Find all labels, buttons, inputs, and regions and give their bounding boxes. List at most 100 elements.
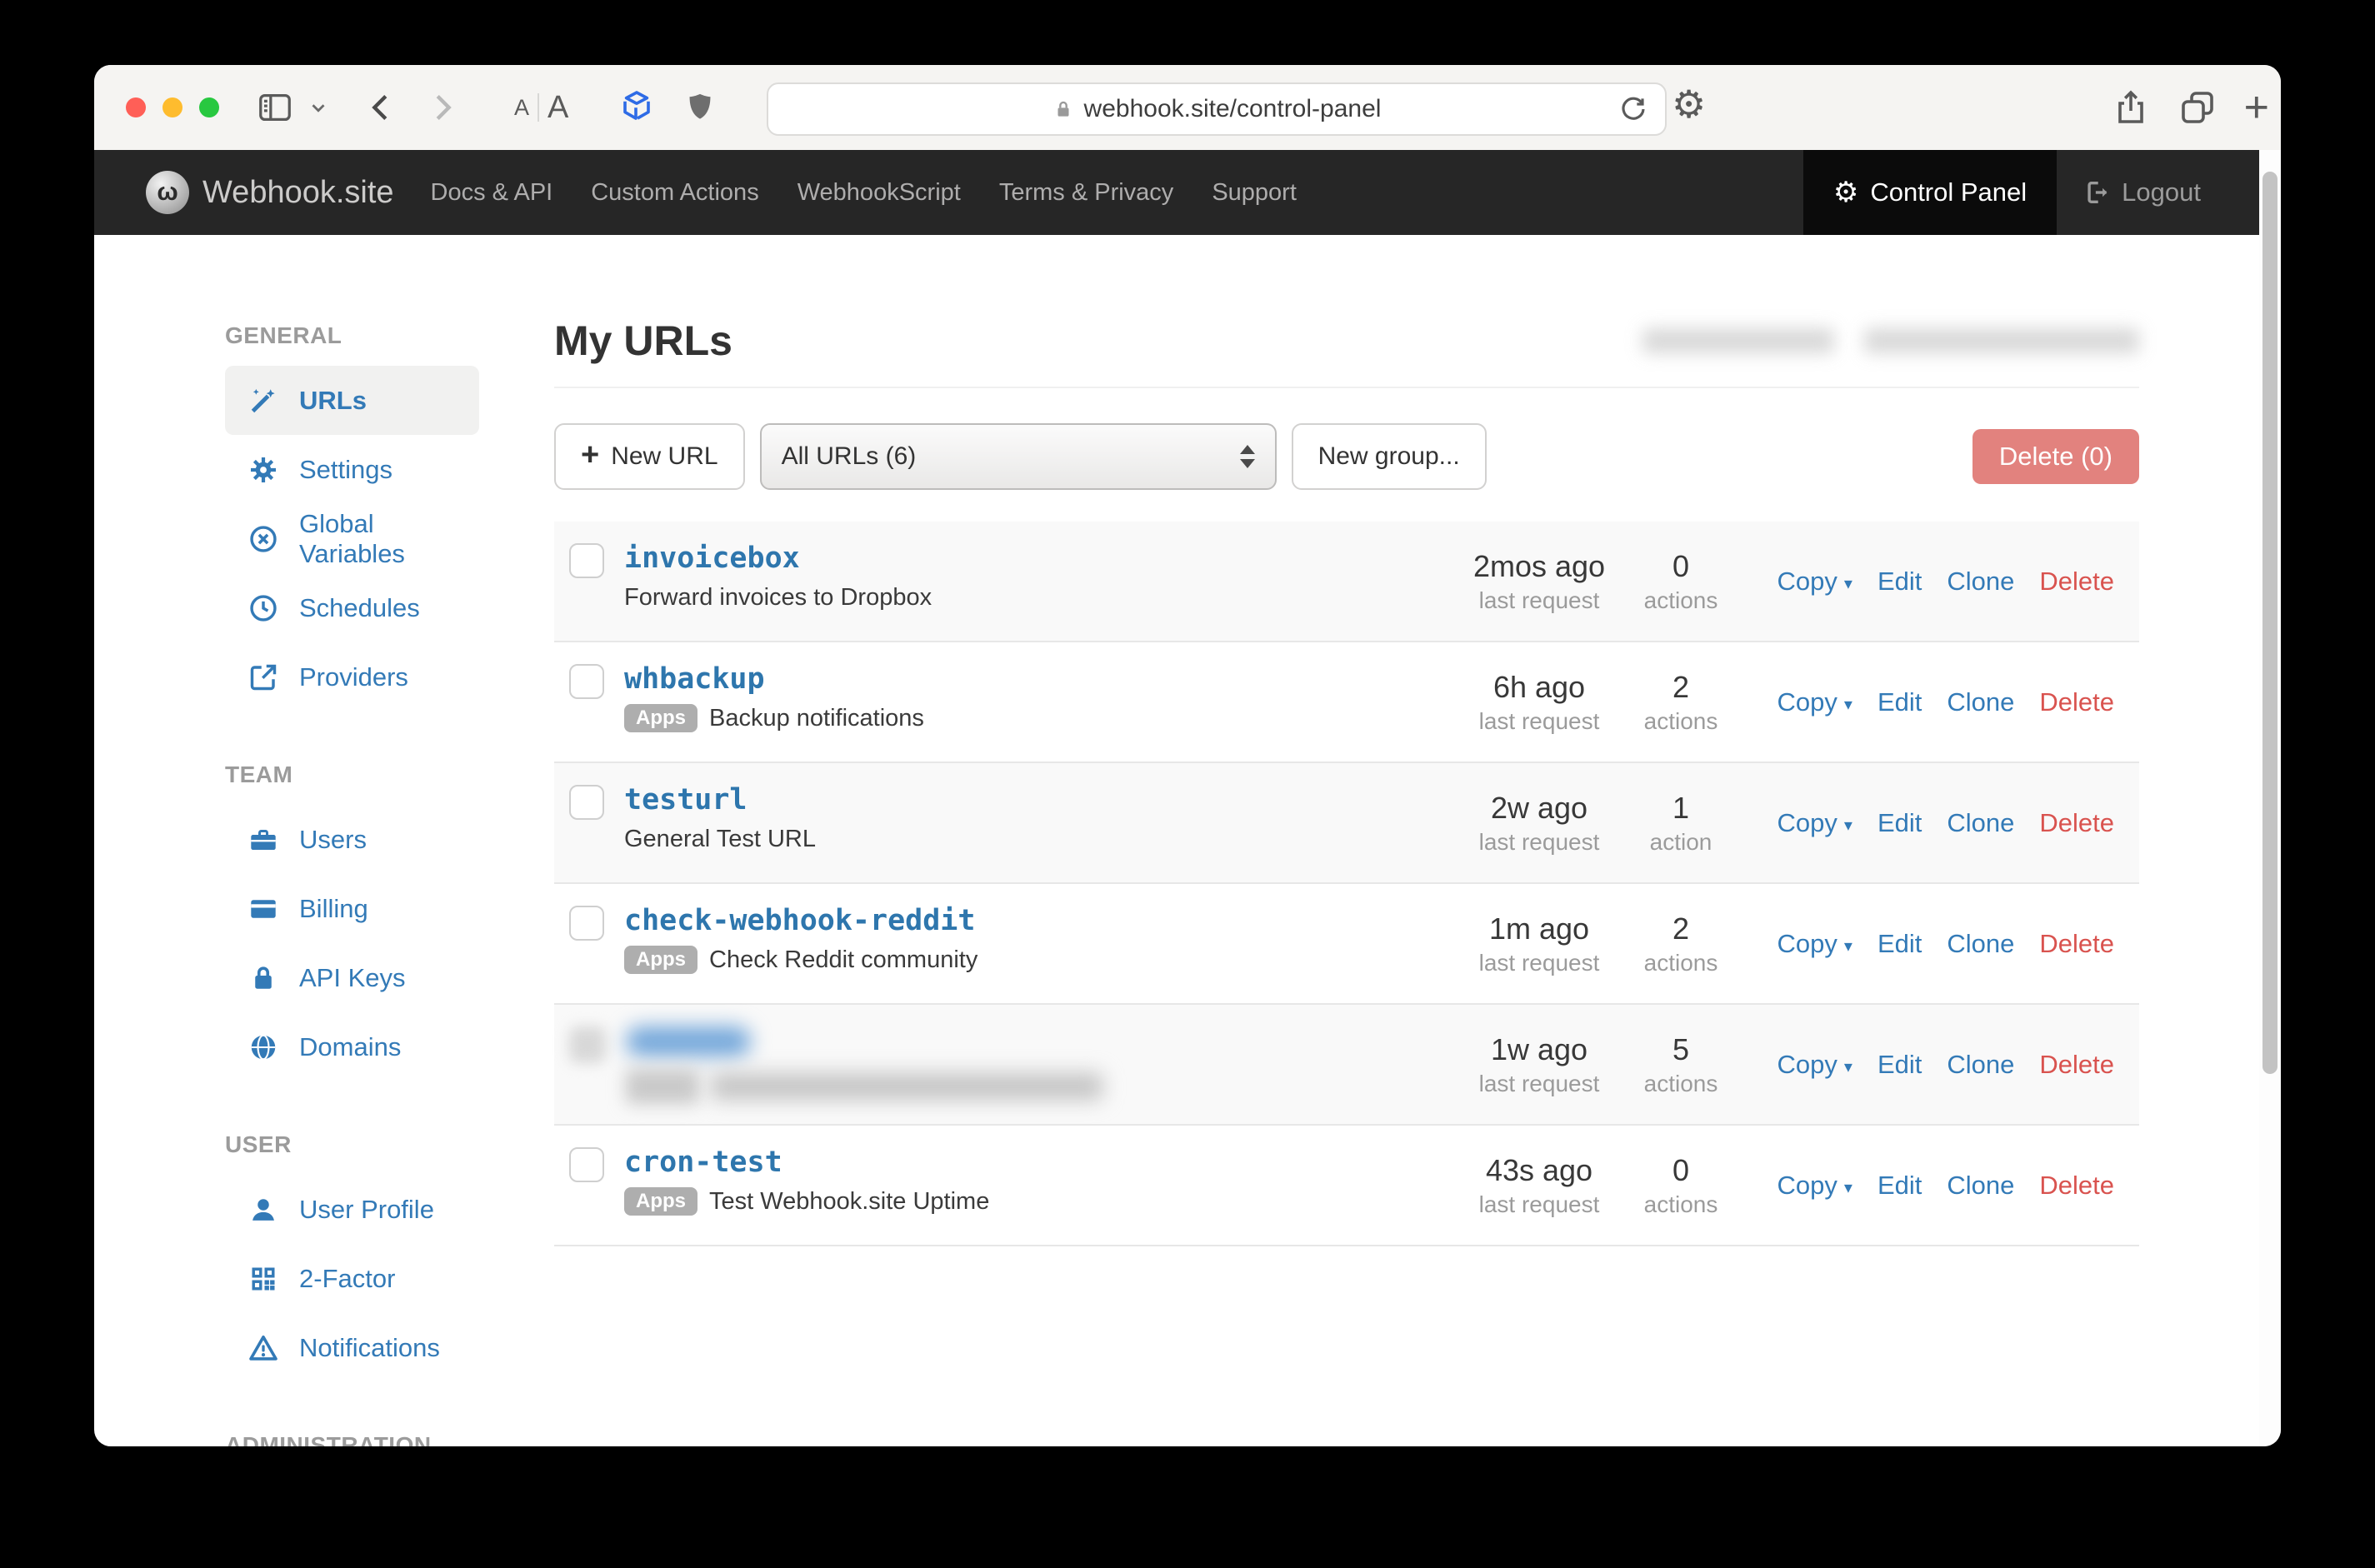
new-group-label: New group... [1318, 442, 1460, 471]
sidebar-item-domains[interactable]: Domains [225, 1012, 479, 1081]
row-action-delete[interactable]: Delete [2039, 1050, 2114, 1080]
url-row-testurl: testurl General Test URL 2w ago last req… [554, 763, 2139, 884]
sidebar-toggle-icon[interactable] [256, 88, 294, 127]
new-tab-icon[interactable]: + [2244, 86, 2269, 129]
sidebar-item-urls[interactable]: URLs [225, 366, 479, 435]
row-action-clone[interactable]: Clone [1947, 567, 2014, 597]
brand[interactable]: ω Webhook.site [146, 150, 394, 235]
row-action-copy[interactable]: Copy▾ [1778, 1050, 1852, 1080]
row-action-copy[interactable]: Copy▾ [1778, 1171, 1852, 1201]
navbar-link-support[interactable]: Support [1212, 179, 1297, 207]
sidebar-item-notifications[interactable]: Notifications [225, 1313, 479, 1382]
back-icon[interactable] [362, 88, 401, 127]
row-checkbox[interactable] [569, 906, 604, 941]
sidebar-item-global-variables[interactable]: Global Variables [225, 504, 479, 573]
logout-button[interactable]: Logout [2057, 150, 2228, 235]
url-name-link[interactable]: invoicebox [624, 542, 800, 575]
settings-gear-icon[interactable]: ⚙︎ [1672, 85, 1706, 123]
scrollbar-thumb[interactable] [2262, 172, 2278, 1074]
url-name-link[interactable]: whbackup [624, 662, 765, 696]
url-filter-select[interactable]: All URLs (6) [760, 423, 1277, 490]
sidebar-section-team: TEAM Users Billing API Keys Domains [225, 762, 502, 1081]
reload-icon[interactable] [1617, 92, 1650, 126]
close-window-button[interactable] [126, 97, 146, 117]
sidebar-item-user-profile[interactable]: User Profile [225, 1175, 479, 1244]
row-checkbox[interactable] [569, 1026, 606, 1063]
row-description-line: General Test URL [624, 825, 1456, 853]
forward-icon[interactable] [422, 88, 461, 127]
row-action-edit[interactable]: Edit [1878, 567, 1922, 597]
chevron-down-icon[interactable] [308, 97, 329, 118]
control-panel-button[interactable]: ⚙︎ Control Panel [1803, 150, 2057, 235]
sidebar-item-billing[interactable]: Billing [225, 874, 479, 943]
row-action-edit[interactable]: Edit [1878, 1050, 1922, 1080]
navbar-link-docs-api[interactable]: Docs & API [431, 179, 553, 207]
scrollbar-track[interactable] [2259, 150, 2281, 1446]
row-action-delete[interactable]: Delete [2039, 808, 2114, 838]
url-row-redacted: 1w ago last request 5 actions Copy▾EditC… [554, 1005, 2139, 1126]
row-action-clone[interactable]: Clone [1947, 929, 2014, 959]
minimize-window-button[interactable] [162, 97, 182, 117]
sidebar-item-2-factor[interactable]: 2-Factor [225, 1244, 479, 1313]
sidebar-item-api-keys[interactable]: API Keys [225, 943, 479, 1012]
url-description: Test Webhook.site Uptime [709, 1187, 989, 1216]
row-checkbox[interactable] [569, 1147, 604, 1182]
row-action-delete[interactable]: Delete [2039, 929, 2114, 959]
actions-column: 0 actions [1622, 549, 1739, 614]
url-controls: + New URL All URLs (6) New group... Dele… [554, 423, 2139, 490]
extension-cube-icon[interactable] [617, 87, 657, 127]
row-action-edit[interactable]: Edit [1878, 929, 1922, 959]
delete-selected-button[interactable]: Delete (0) [1972, 429, 2139, 484]
decrease-text-size-button[interactable]: A [514, 95, 529, 121]
caret-down-icon: ▾ [1844, 573, 1852, 593]
url-name-link[interactable]: check-webhook-reddit [624, 904, 975, 937]
last-request-label: last request [1456, 708, 1622, 735]
gear-icon [248, 454, 279, 486]
row-action-delete[interactable]: Delete [2039, 687, 2114, 717]
increase-text-size-button[interactable]: A [548, 90, 568, 126]
share-square-icon [248, 662, 279, 693]
row-action-copy[interactable]: Copy▾ [1778, 687, 1852, 717]
row-checkbox[interactable] [569, 785, 604, 820]
shield-icon[interactable] [682, 89, 718, 126]
zoom-window-button[interactable] [199, 97, 219, 117]
row-checkbox[interactable] [569, 543, 604, 578]
desktop-background: A A webhook.site/control-panel [0, 0, 2375, 1568]
row-action-delete[interactable]: Delete [2039, 567, 2114, 597]
redacted-url-name [626, 1026, 751, 1056]
actions-count: 2 [1622, 670, 1739, 705]
redacted-description [711, 1073, 1102, 1100]
navbar-link-webhookscript[interactable]: WebhookScript [798, 179, 961, 207]
url-name-link[interactable]: testurl [624, 783, 748, 816]
sidebar-item-users[interactable]: Users [225, 805, 479, 874]
actions-column: 2 actions [1622, 670, 1739, 735]
row-action-copy[interactable]: Copy▾ [1778, 567, 1852, 597]
row-action-clone[interactable]: Clone [1947, 687, 2014, 717]
sidebar-item-schedules[interactable]: Schedules [225, 573, 479, 642]
navbar-link-custom-actions[interactable]: Custom Actions [591, 179, 758, 207]
redacted-badge [626, 1069, 699, 1104]
row-actions: Copy▾ Edit Clone Delete [1739, 929, 2139, 959]
navbar-link-terms-privacy[interactable]: Terms & Privacy [999, 179, 1173, 207]
new-group-button[interactable]: New group... [1292, 423, 1487, 490]
row-action-copy[interactable]: Copy▾ [1778, 929, 1852, 959]
row-action-edit[interactable]: Edit [1878, 687, 1922, 717]
address-bar[interactable]: webhook.site/control-panel [767, 82, 1667, 136]
share-icon[interactable] [2111, 87, 2151, 127]
user-icon [248, 1194, 279, 1226]
row-action-clone[interactable]: Clone [1947, 1171, 2014, 1201]
url-name-link[interactable]: cron-test [624, 1146, 782, 1179]
row-action-clone[interactable]: Clone [1947, 1050, 2014, 1080]
row-action-edit[interactable]: Edit [1878, 808, 1922, 838]
row-checkbox[interactable] [569, 664, 604, 699]
sidebar-item-settings[interactable]: Settings [225, 435, 479, 504]
row-action-edit[interactable]: Edit [1878, 1171, 1922, 1201]
row-action-copy[interactable]: Copy▾ [1778, 808, 1852, 838]
new-url-button[interactable]: + New URL [554, 423, 745, 490]
last-request-time: 6h ago [1456, 670, 1622, 705]
last-request-column: 6h ago last request [1456, 670, 1622, 735]
row-action-clone[interactable]: Clone [1947, 808, 2014, 838]
sidebar-item-providers[interactable]: Providers [225, 642, 479, 712]
tab-overview-icon[interactable] [2178, 87, 2218, 127]
row-action-delete[interactable]: Delete [2039, 1171, 2114, 1201]
